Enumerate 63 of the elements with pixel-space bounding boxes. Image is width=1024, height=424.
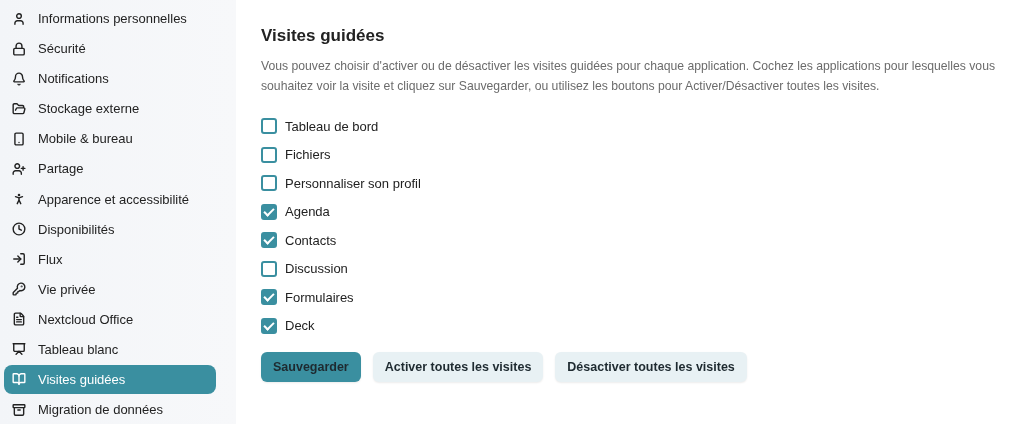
section-title: Visites guidées: [261, 26, 386, 46]
checkbox-label: Fichiers: [285, 147, 331, 163]
checkbox-label: Personnaliser son profil: [285, 175, 421, 191]
sidebar-label: Nextcloud Office: [38, 311, 134, 327]
sidebar-label: Migration de données: [38, 402, 164, 418]
person-icon: [12, 192, 26, 206]
action-button[interactable]: Désactiver toutes les visites: [555, 352, 747, 382]
checkbox-label: Discussion: [285, 261, 348, 277]
checkbox[interactable]: [261, 260, 277, 277]
sidebar-item[interactable]: Migration de données: [4, 395, 216, 424]
clock-icon: [12, 222, 26, 237]
sidebar-label: Mobile & bureau: [38, 131, 133, 147]
checkbox[interactable]: [261, 317, 277, 334]
sidebar-item[interactable]: Stockage externe: [4, 94, 216, 124]
sidebar-item[interactable]: Flux: [4, 244, 216, 274]
sidebar-label: Sécurité: [38, 41, 86, 57]
section-description: Vous pouvez choisir d'activer ou de désactiver les visites guidées pour chaque application. Cochez les applications pour lesquelles vous souhaitez voir la visite et cliquez sur Sauvegarder, ou utilisez les boutons pour Activer/Désactiver toutes les visites.: [261, 58, 996, 95]
checkbox-label: Formulaires: [285, 289, 354, 305]
save-button[interactable]: Sauvegarder: [261, 352, 361, 382]
document-icon: [12, 312, 26, 327]
book-icon: [12, 372, 26, 387]
checkbox[interactable]: [261, 175, 277, 192]
checkbox[interactable]: [261, 232, 277, 249]
lock-icon: [12, 41, 26, 56]
checkbox[interactable]: [261, 146, 277, 163]
sidebar-label: Flux: [38, 251, 63, 267]
checkbox[interactable]: [261, 118, 277, 135]
checkbox[interactable]: [261, 289, 277, 306]
phone-icon: [12, 131, 26, 146]
add-user-icon: [12, 161, 26, 176]
user-icon: [12, 11, 26, 26]
sidebar-item[interactable]: Partage: [4, 154, 216, 184]
sidebar-item[interactable]: Visites guidées: [4, 364, 216, 394]
sidebar-item[interactable]: Tableau blanc: [4, 334, 216, 364]
sidebar-label: Partage: [38, 161, 84, 177]
action-button[interactable]: Activer toutes les visites: [372, 352, 544, 382]
sidebar-label: Disponibilités: [38, 221, 115, 237]
sidebar-label: Notifications: [38, 71, 109, 87]
checkbox-label: Contacts: [285, 232, 337, 248]
sidebar-item[interactable]: Apparence et accessibilité: [4, 184, 216, 214]
sidebar-item[interactable]: Sécurité: [4, 34, 216, 64]
sidebar-label: Visites guidées: [38, 371, 126, 387]
sidebar-label: Tableau blanc: [38, 341, 119, 357]
archive-icon: [12, 402, 26, 417]
sidebar-item[interactable]: Notifications: [4, 64, 216, 94]
login-icon: [12, 252, 26, 267]
sidebar-item[interactable]: Informations personnelles: [4, 4, 216, 34]
sidebar-item[interactable]: Vie privée: [4, 274, 216, 304]
sidebar-item[interactable]: Mobile & bureau: [4, 124, 216, 154]
sidebar-item[interactable]: Nextcloud Office: [4, 304, 216, 334]
folder-icon: [12, 101, 26, 116]
whiteboard-icon: [12, 342, 26, 357]
sidebar-label: Vie privée: [38, 281, 96, 297]
sidebar-label: Apparence et accessibilité: [38, 191, 190, 207]
sidebar-label: Stockage externe: [38, 101, 140, 117]
checkbox-label: Deck: [285, 318, 315, 334]
checkbox-label: Agenda: [285, 204, 330, 220]
bell-icon: [12, 71, 26, 86]
sidebar-item[interactable]: Disponibilités: [4, 214, 216, 244]
key-icon: [12, 282, 26, 297]
sidebar-label: Informations personnelles: [38, 11, 187, 27]
checkbox[interactable]: [261, 203, 277, 220]
checkbox-label: Tableau de bord: [285, 118, 379, 134]
